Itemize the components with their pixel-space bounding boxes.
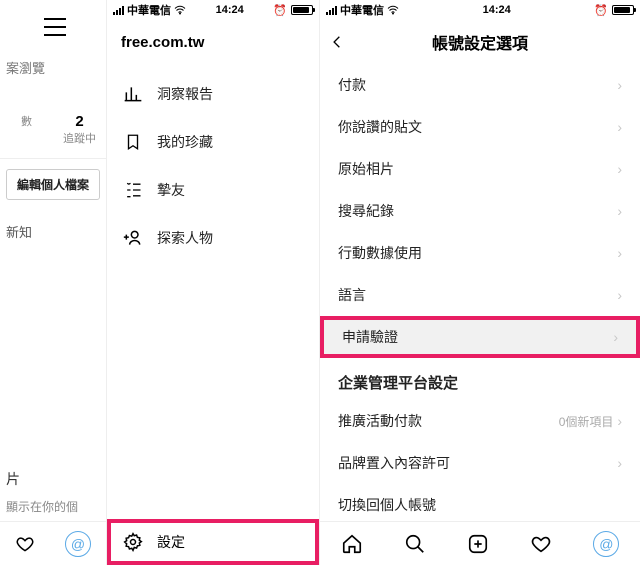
- row-switch-personal[interactable]: 切換回個人帳號: [320, 484, 640, 521]
- menu-icon[interactable]: [44, 18, 66, 36]
- menu-insights[interactable]: 洞察報告: [107, 70, 319, 118]
- menu-label: 我的珍藏: [157, 132, 213, 152]
- edit-profile-button[interactable]: 編輯個人檔案: [6, 169, 100, 200]
- chevron-right-icon: ›: [617, 413, 622, 429]
- row-label: 推廣活動付款: [338, 411, 422, 431]
- row-label: 申請驗證: [342, 327, 398, 347]
- row-label: 行動數據使用: [338, 243, 422, 263]
- photos-tab[interactable]: 片: [6, 469, 20, 489]
- home-icon[interactable]: [341, 533, 363, 555]
- discover-icon: [123, 228, 143, 248]
- menu-closefriends[interactable]: 摯友: [107, 166, 319, 214]
- wifi-icon: [387, 5, 399, 15]
- clock: 14:24: [216, 4, 244, 16]
- settings-button[interactable]: 設定: [107, 519, 319, 565]
- row-label: 搜尋紀錄: [338, 201, 394, 221]
- stats-row: 數 2 追蹤中: [0, 113, 106, 159]
- battery-icon: [291, 5, 313, 15]
- chevron-right-icon: ›: [617, 245, 622, 261]
- row-promotions-payments[interactable]: 推廣活動付款 0個新項目 ›: [320, 400, 640, 442]
- wifi-icon: [174, 5, 186, 15]
- carrier-label: 中華電信: [127, 2, 171, 18]
- stat-item[interactable]: 數: [0, 113, 53, 146]
- row-payments[interactable]: 付款 ›: [320, 64, 640, 106]
- row-label: 品牌置入內容許可: [338, 453, 450, 473]
- insights-icon: [123, 84, 143, 104]
- menu-label: 探索人物: [157, 228, 213, 248]
- settings-list[interactable]: 付款 › 你說讚的貼文 › 原始相片 › 搜尋紀錄 › 行動數據使用 › 語言 …: [320, 64, 640, 521]
- chevron-right-icon: ›: [617, 203, 622, 219]
- chevron-right-icon: ›: [613, 329, 618, 345]
- header: 帳號設定選項: [320, 20, 640, 64]
- new-post-icon[interactable]: [467, 533, 489, 555]
- row-branded-content[interactable]: 品牌置入內容許可 ›: [320, 442, 640, 484]
- alarm-icon: ⏰: [273, 4, 287, 17]
- search-icon[interactable]: [404, 533, 426, 555]
- settings-screen: 中華電信 14:24 ⏰ 帳號設定選項 付款 › 你說讚的貼文 ›: [320, 0, 640, 565]
- photos-subtitle: 顯示在你的個: [6, 498, 78, 515]
- row-label: 你說讚的貼文: [338, 117, 422, 137]
- account-name[interactable]: free.com.tw: [107, 20, 319, 64]
- chevron-right-icon: ›: [617, 455, 622, 471]
- status-bar: 中華電信 14:24 ⏰: [320, 0, 640, 20]
- bottom-bar-left: @: [0, 521, 106, 565]
- row-label: 付款: [338, 75, 366, 95]
- page-title: 帳號設定選項: [320, 30, 640, 54]
- chevron-right-icon: ›: [617, 77, 622, 93]
- profile-left-fragment: 案瀏覽 數 2 追蹤中 編輯個人檔案 新知 片 顯示在你的個 @: [0, 0, 107, 565]
- side-menu: 中華電信 14:24 ⏰ free.com.tw 洞察報告 我的珍藏: [107, 0, 320, 565]
- carrier-label: 中華電信: [340, 2, 384, 18]
- stat-following[interactable]: 2 追蹤中: [53, 113, 106, 146]
- profile-icon[interactable]: @: [65, 531, 91, 557]
- notif-label: 新知: [0, 222, 106, 241]
- menu-saved[interactable]: 我的珍藏: [107, 118, 319, 166]
- menu-discover[interactable]: 探索人物: [107, 214, 319, 262]
- row-liked-posts[interactable]: 你說讚的貼文 ›: [320, 106, 640, 148]
- profile-icon[interactable]: @: [593, 531, 619, 557]
- row-request-verification[interactable]: 申請驗證 ›: [320, 316, 640, 358]
- battery-icon: [612, 5, 634, 15]
- row-label: 語言: [338, 285, 366, 305]
- heart-icon[interactable]: [15, 534, 35, 554]
- menu-label: 洞察報告: [157, 84, 213, 104]
- clock: 14:24: [483, 4, 511, 16]
- status-bar: 中華電信 14:24 ⏰: [107, 0, 319, 20]
- settings-label: 設定: [157, 532, 185, 552]
- section-business: 企業管理平台設定: [320, 358, 640, 400]
- closefriends-icon: [123, 180, 143, 200]
- row-original-photos[interactable]: 原始相片 ›: [320, 148, 640, 190]
- heart-icon[interactable]: [530, 533, 552, 555]
- row-language[interactable]: 語言 ›: [320, 274, 640, 316]
- chevron-right-icon: ›: [617, 287, 622, 303]
- row-label: 切換回個人帳號: [338, 495, 436, 515]
- bookmark-icon: [123, 132, 143, 152]
- tab-bar: @: [320, 521, 640, 565]
- section-label: 企業管理平台設定: [338, 372, 458, 393]
- alarm-icon: ⏰: [594, 4, 608, 17]
- back-button[interactable]: [330, 32, 344, 52]
- gear-icon: [123, 532, 143, 552]
- row-cellular-data[interactable]: 行動數據使用 ›: [320, 232, 640, 274]
- row-trail: 0個新項目: [559, 415, 614, 429]
- menu-label: 摯友: [157, 180, 185, 200]
- chevron-right-icon: ›: [617, 119, 622, 135]
- row-label: 原始相片: [338, 159, 394, 179]
- chevron-right-icon: ›: [617, 161, 622, 177]
- browse-label: 案瀏覽: [0, 54, 106, 81]
- row-search-history[interactable]: 搜尋紀錄 ›: [320, 190, 640, 232]
